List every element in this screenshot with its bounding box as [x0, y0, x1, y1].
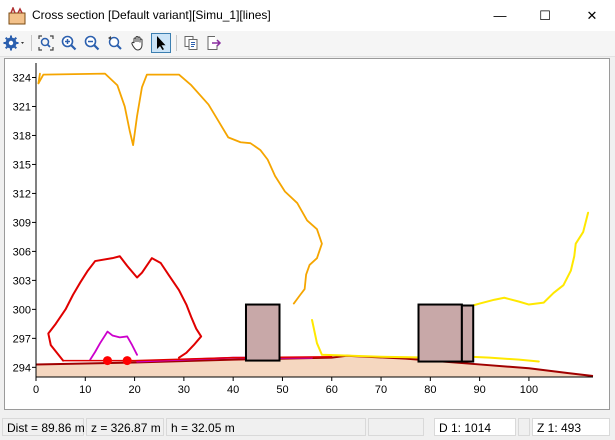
cross-section-plot[interactable]: 294 297 300 303 306 309 312 315 318 321 324 0 10 20 30…: [4, 58, 610, 410]
status-z: z = 326.87 m: [86, 418, 164, 436]
series-line-0: [37, 72, 323, 305]
status-dist: Dist = 89.86 m: [2, 418, 85, 436]
pan-button[interactable]: [128, 33, 148, 53]
y-tick-label: 306: [13, 246, 31, 258]
building-1: [417, 303, 463, 363]
x-tick-label: 80: [424, 384, 436, 396]
marker-point-1: [122, 356, 132, 366]
x-tick-label: 50: [276, 384, 288, 396]
copy-icon: [184, 36, 198, 50]
zoom-extent-button[interactable]: [36, 33, 56, 53]
zoom-previous-icon: [108, 36, 122, 50]
y-tick-label: 318: [13, 130, 31, 142]
y-tick-label: 312: [13, 188, 31, 200]
building-2: [460, 304, 475, 363]
toolbar-separator: [176, 35, 177, 51]
x-tick-label: 60: [326, 384, 338, 396]
y-tick-label: 297: [13, 333, 31, 345]
settings-button[interactable]: [2, 33, 28, 53]
close-button[interactable]: ✕: [569, 0, 615, 31]
x-tick-label: 40: [227, 384, 239, 396]
zoom-out-button[interactable]: [82, 33, 102, 53]
status-empty: [368, 418, 424, 436]
cross-section-app-icon: [8, 7, 26, 25]
export-icon: [207, 36, 222, 50]
series-line-3: [89, 330, 138, 361]
status-h: h = 32.05 m: [166, 418, 366, 436]
series-line-2: [47, 255, 203, 362]
zoom-in-button[interactable]: [59, 33, 79, 53]
zoom-out-icon: [84, 35, 100, 51]
y-tick-label: 321: [13, 101, 31, 113]
y-tick-label: 309: [13, 217, 31, 229]
x-tick-label: 90: [474, 384, 486, 396]
x-tick-label: 70: [375, 384, 387, 396]
status-spacer: [518, 418, 530, 436]
minimize-button[interactable]: —: [477, 0, 523, 31]
toolbar: [0, 31, 615, 57]
building-0: [244, 303, 281, 362]
y-tick-label: 294: [13, 362, 31, 374]
select-button[interactable]: [151, 33, 171, 53]
y-tick-label: 300: [13, 304, 31, 316]
title-bar: Cross section [Default variant][Simu_1][…: [0, 0, 615, 31]
select-pointer-icon: [157, 36, 166, 50]
series-line-5: [471, 211, 590, 307]
x-tick-label: 0: [33, 384, 39, 396]
window-title: Cross section [Default variant][Simu_1][…: [32, 8, 271, 22]
status-z-scale: Z 1: 493: [532, 418, 610, 436]
x-tick-label: 10: [79, 384, 91, 396]
status-bar: Dist = 89.86 m z = 326.87 m h = 32.05 m …: [0, 414, 615, 440]
toolbar-separator: [31, 35, 32, 51]
pan-hand-icon: [131, 36, 143, 51]
zoom-previous-button[interactable]: [105, 33, 125, 53]
status-d-scale: D 1: 1014: [434, 418, 516, 436]
y-tick-label: 303: [13, 275, 31, 287]
export-button[interactable]: [204, 33, 224, 53]
x-tick-label: 30: [178, 384, 190, 396]
y-tick-label: 324: [13, 72, 31, 84]
zoom-in-icon: [61, 35, 77, 51]
settings-icon: [3, 35, 24, 51]
marker-point-0: [102, 356, 112, 366]
cross-section-chart[interactable]: 294 297 300 303 306 309 312 315 318 321 324 0 10 20 30…: [5, 59, 609, 409]
x-tick-label: 100: [520, 384, 538, 396]
zoom-extent-icon: [38, 35, 54, 51]
y-tick-label: 315: [13, 159, 31, 171]
maximize-button[interactable]: ☐: [522, 0, 568, 31]
x-tick-label: 20: [128, 384, 140, 396]
copy-button[interactable]: [181, 33, 201, 53]
